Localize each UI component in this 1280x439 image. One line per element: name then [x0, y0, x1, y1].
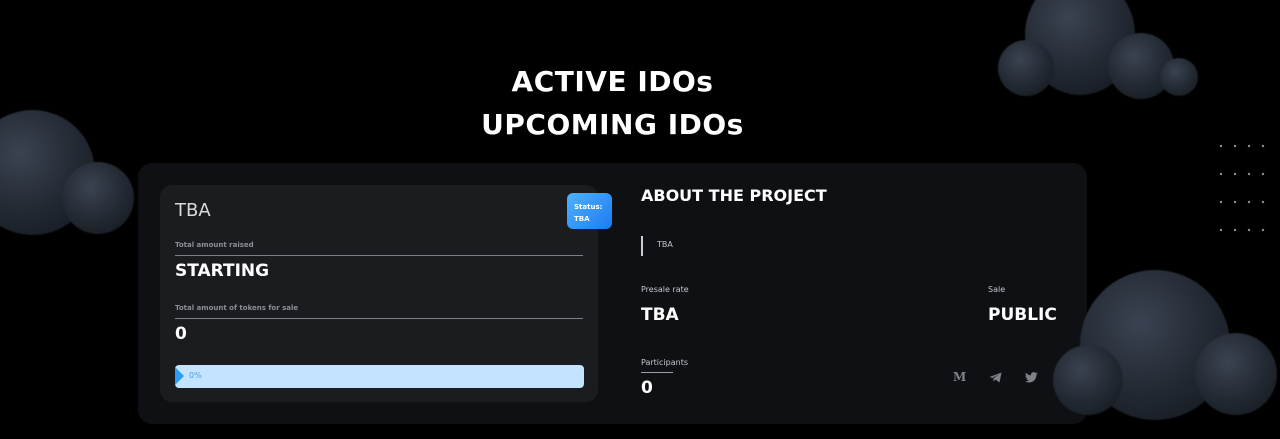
- project-description: TBA: [657, 240, 673, 249]
- divider: [175, 318, 583, 319]
- medium-icon[interactable]: M: [953, 370, 966, 384]
- status-label: Status:: [574, 203, 603, 211]
- raised-value: STARTING: [175, 261, 270, 281]
- divider: [175, 255, 583, 256]
- status-badge: Status: TBA: [567, 193, 612, 229]
- presale-label: Presale rate: [641, 285, 689, 294]
- dot-grid-decoration: [1214, 132, 1274, 232]
- active-idos-tab[interactable]: ACTIVE IDOs: [0, 60, 1225, 103]
- progress-bar: [175, 365, 584, 388]
- tokens-value: 0: [175, 324, 187, 344]
- participants-label: Participants: [641, 358, 688, 367]
- twitter-glyph: [1025, 372, 1038, 383]
- cloud-decoration: [1053, 345, 1123, 415]
- section-headings: ACTIVE IDOs UPCOMING IDOs: [0, 60, 1225, 146]
- telegram-icon[interactable]: [989, 372, 1002, 386]
- progress-indicator-icon: [175, 367, 184, 385]
- description-bar: [641, 236, 643, 256]
- about-title: ABOUT THE PROJECT: [641, 186, 827, 205]
- presale-value: TBA: [641, 305, 679, 325]
- telegram-glyph: [989, 372, 1002, 383]
- project-name: TBA: [175, 200, 211, 221]
- cloud-decoration: [62, 162, 134, 234]
- progress-percent: 0%: [189, 371, 202, 380]
- sale-label: Sale: [988, 285, 1006, 294]
- status-value: TBA: [574, 215, 590, 223]
- tokens-label: Total amount of tokens for sale: [175, 304, 299, 312]
- upcoming-idos-tab[interactable]: UPCOMING IDOs: [0, 103, 1225, 146]
- sale-value: PUBLIC: [988, 305, 1057, 325]
- cloud-decoration: [1195, 333, 1277, 415]
- participants-value: 0: [641, 378, 653, 398]
- twitter-icon[interactable]: [1025, 372, 1038, 386]
- raised-label: Total amount raised: [175, 241, 254, 249]
- participants-underline: [641, 372, 673, 373]
